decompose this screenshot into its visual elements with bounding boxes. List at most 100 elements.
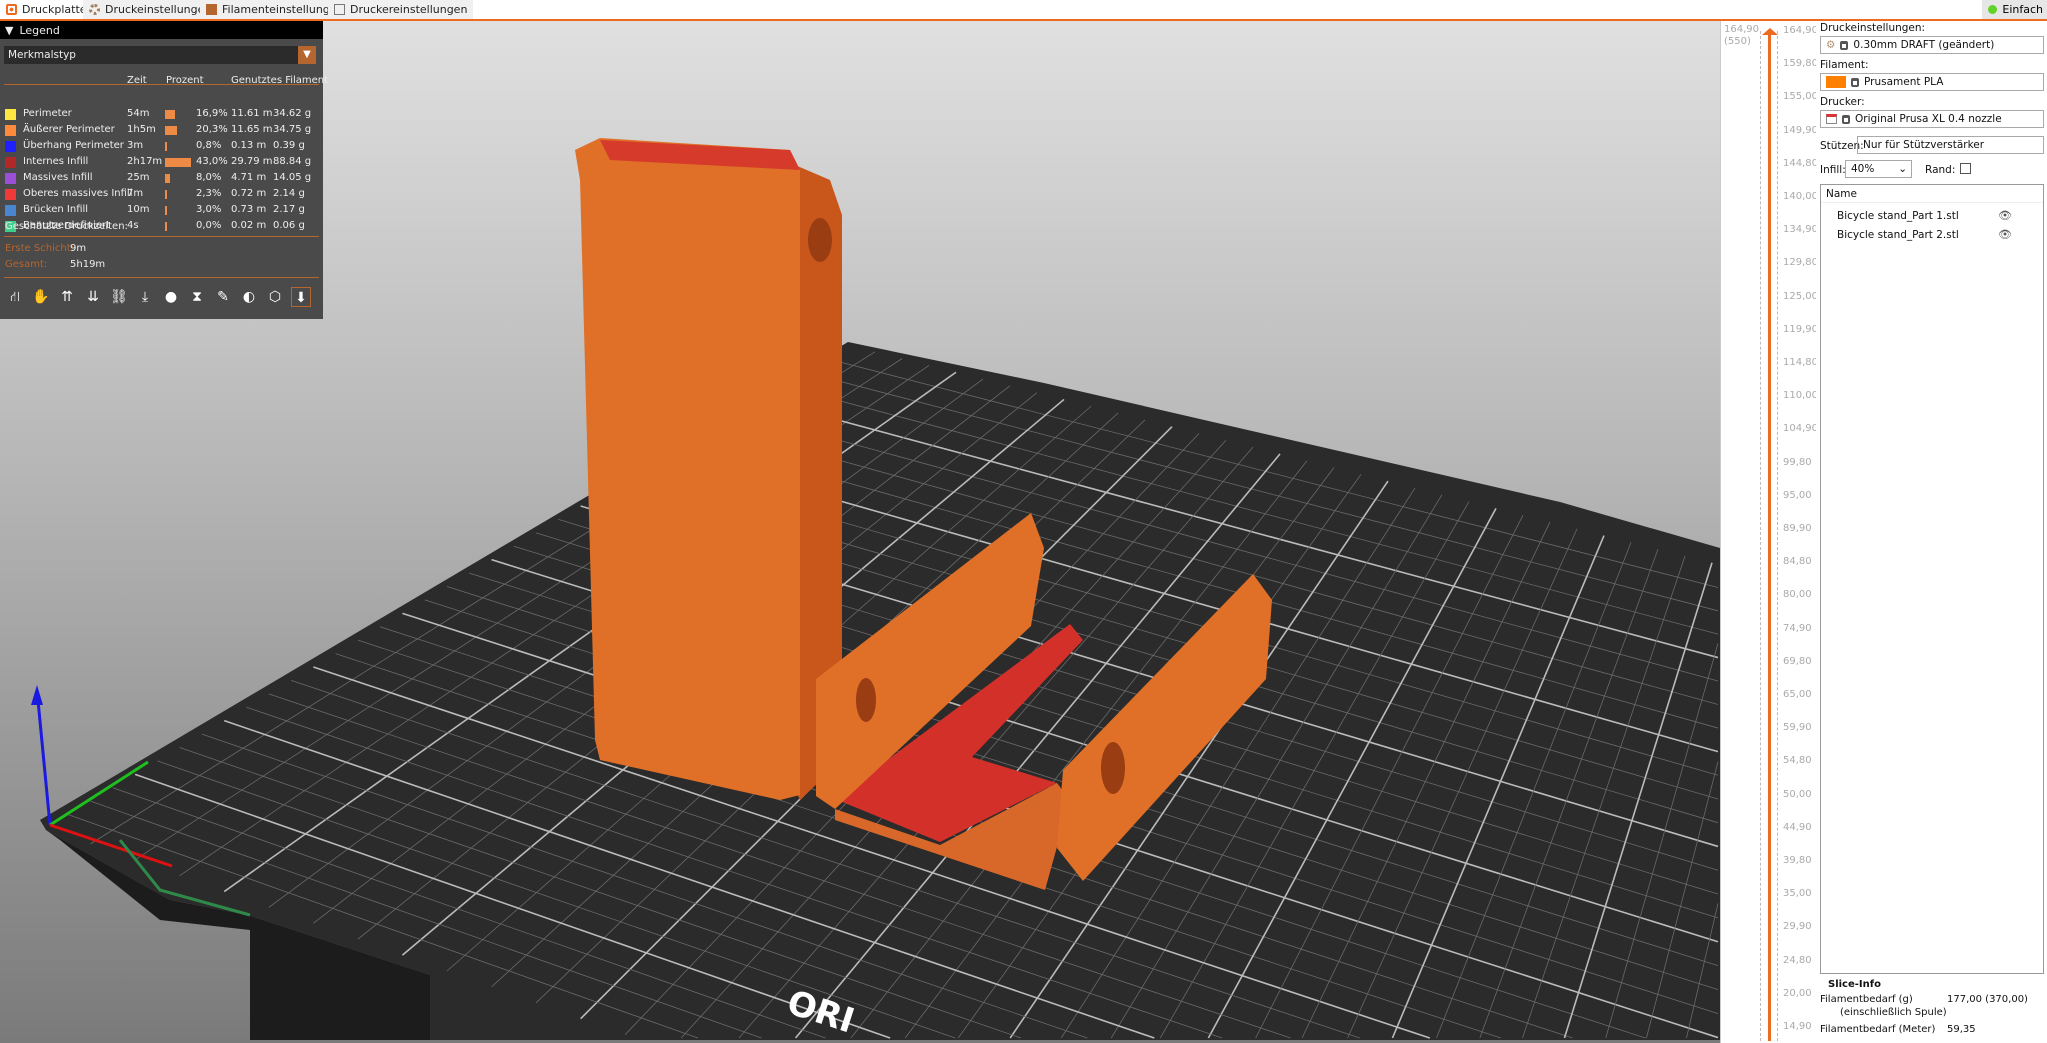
infill-select[interactable]: 40% ⌄ — [1845, 160, 1912, 178]
feature-name: Äußerer Perimeter — [23, 124, 115, 135]
fil-g-value: 177,00 (370,00) — [1947, 994, 2028, 1005]
percent-bar — [165, 142, 167, 151]
supports-select[interactable]: Nur für Stützverstärker — [1857, 136, 2044, 154]
gear-icon: ⚙ — [1826, 39, 1836, 51]
slider-tick-label: 35,00 — [1783, 888, 1812, 900]
divider — [4, 84, 319, 85]
slider-tick-label: 39,80 — [1783, 855, 1812, 866]
fil-g-label: Filamentbedarf (g) — [1820, 994, 1913, 1005]
feature-grams: 0.39 g — [273, 140, 305, 151]
filament-combo[interactable]: Prusament PLA — [1820, 73, 2044, 91]
percent-bar — [165, 174, 170, 183]
model-hole — [808, 218, 832, 262]
tab-druckplatte[interactable]: Druckplatte — [0, 0, 93, 19]
feature-percent: 3,0% — [196, 204, 222, 215]
total-label: Gesamt: — [5, 259, 48, 270]
slider-tick-label: 99,80 — [1783, 456, 1812, 468]
tool-changes-icon[interactable]: ⤓ — [135, 287, 155, 307]
legend-row[interactable]: Überhang Perimeter 3m 0,8% 0.13 m 0.39 g — [0, 139, 323, 155]
legend-header[interactable]: ▼ Legend — [0, 21, 323, 39]
list-item[interactable]: Bicycle stand_Part 2.stl — [1837, 229, 1959, 241]
legend-row[interactable]: Äußerer Perimeter 1h5m 20,3% 11.65 m 34.… — [0, 123, 323, 139]
legend-row[interactable]: Massives Infill 25m 8,0% 4.71 m 14.05 g — [0, 171, 323, 187]
model-part-1 — [575, 138, 800, 800]
feature-name: Oberes massives Infill — [23, 188, 133, 199]
legend-columns: Zeit Prozent Genutztes Filament — [0, 69, 328, 105]
slider-upper-thumb[interactable] — [1762, 28, 1778, 35]
legend-row[interactable]: Oberes massives Infill 7m 2,3% 0.72 m 2.… — [0, 187, 323, 203]
percent-bar — [165, 206, 167, 215]
slider-top-layer: (550) — [1724, 36, 1751, 47]
deretractions-icon[interactable]: ⇊ — [83, 287, 103, 307]
list-item[interactable]: Bicycle stand_Part 1.stl — [1837, 210, 1959, 222]
slider-tick-label: 110,00 — [1783, 390, 1818, 402]
mode-indicator-icon — [1988, 5, 1998, 14]
tool-marker-icon[interactable]: ⬇ — [291, 287, 311, 307]
lock-icon — [1851, 77, 1859, 87]
slider-top-value: 164,90 — [1724, 24, 1759, 35]
cog-icon[interactable]: ◐ — [239, 287, 259, 307]
view-type-select[interactable]: Merkmalstyp ▼ — [4, 46, 316, 64]
brim-checkbox[interactable] — [1960, 163, 1971, 174]
percent-bar — [165, 222, 167, 231]
legend-row[interactable]: Perimeter 54m 16,9% 11.61 m 34.62 g — [0, 107, 323, 123]
retractions-icon[interactable]: ⇈ — [57, 287, 77, 307]
feature-name: Überhang Perimeter — [23, 140, 124, 151]
z-axis — [35, 689, 52, 826]
slider-track[interactable] — [1768, 33, 1771, 1041]
tab-druckereinstellungen[interactable]: Druckereinstellungen — [328, 0, 474, 19]
fil-m-value: 59,35 — [1947, 1024, 1976, 1035]
legend-color-swatch — [5, 189, 16, 200]
wipe-icon[interactable]: ✋ — [31, 287, 51, 307]
percent-bar — [165, 190, 167, 199]
slider-tick-label: 50,00 — [1783, 788, 1812, 800]
eye-icon[interactable]: 👁 — [1998, 209, 2012, 222]
model-hole — [856, 678, 876, 722]
slider-tick-label: 74,90 — [1783, 622, 1812, 634]
tab-druckeinstellungen[interactable]: Druckeinstellungen — [83, 0, 218, 19]
printer-combo[interactable]: Original Prusa XL 0.4 nozzle — [1820, 110, 2044, 128]
lock-icon — [1840, 40, 1849, 50]
feature-percent: 16,9% — [196, 108, 228, 119]
model-hole — [1101, 742, 1125, 794]
slider-tick-label: 125,00 — [1783, 290, 1818, 302]
infill-label: Infill: — [1820, 164, 1846, 176]
ruler-right — [1777, 31, 1778, 1041]
custom-gcode-icon[interactable]: ✎ — [213, 287, 233, 307]
first-layer-label: Erste Schicht: — [5, 243, 74, 254]
feature-meters: 4.71 m — [231, 172, 267, 183]
feature-time: 10m — [127, 204, 150, 215]
legend-row[interactable]: Brücken Infill 10m 3,0% 0.73 m 2.17 g — [0, 203, 323, 219]
gear-icon — [89, 4, 100, 15]
feature-grams: 34.75 g — [273, 124, 312, 135]
travel-icon[interactable]: ⛙ — [5, 287, 25, 307]
feature-time: 7m — [127, 188, 144, 199]
mode-simple-button[interactable]: Einfach — [1982, 0, 2047, 19]
dropdown-arrow-icon[interactable]: ▼ — [298, 46, 316, 64]
shells-icon[interactable]: ⬡ — [265, 287, 285, 307]
plate-icon — [6, 4, 17, 15]
print-settings-combo[interactable]: ⚙ 0.30mm DRAFT (geändert) — [1820, 36, 2044, 54]
feature-meters: 29.79 m — [231, 156, 273, 167]
pause-icon[interactable]: ⧗ — [187, 287, 207, 307]
feature-name: Internes Infill — [23, 156, 89, 167]
printer-icon — [334, 4, 345, 15]
layer-slider[interactable]: 164,90 (550) 164,90 159,80 155,00 149,90 144… — [1720, 21, 1818, 1043]
eye-icon[interactable]: 👁 — [1998, 228, 2012, 241]
feature-grams: 34.62 g — [273, 108, 312, 119]
feature-grams: 0.06 g — [273, 220, 305, 231]
seams-icon[interactable]: ⛓ — [109, 287, 129, 307]
legend-row[interactable]: Internes Infill 2h17m 43,0% 29.79 m 88.8… — [0, 155, 323, 171]
percent-bar — [165, 126, 178, 135]
slider-tick-label: 65,00 — [1783, 689, 1812, 700]
printer-icon — [1826, 114, 1837, 124]
feature-grams: 2.14 g — [273, 188, 305, 199]
brim-label: Rand: — [1925, 164, 1956, 176]
slider-tick-label: 119,90 — [1783, 323, 1818, 335]
slider-tick-label: 14,90 — [1783, 1021, 1812, 1032]
print-settings-label: Druckeinstellungen: — [1820, 22, 1926, 34]
color-changes-icon[interactable]: ● — [161, 287, 181, 307]
first-layer-value: 9m — [70, 243, 87, 254]
feature-percent: 0,8% — [196, 140, 222, 151]
feature-time: 3m — [127, 140, 144, 151]
